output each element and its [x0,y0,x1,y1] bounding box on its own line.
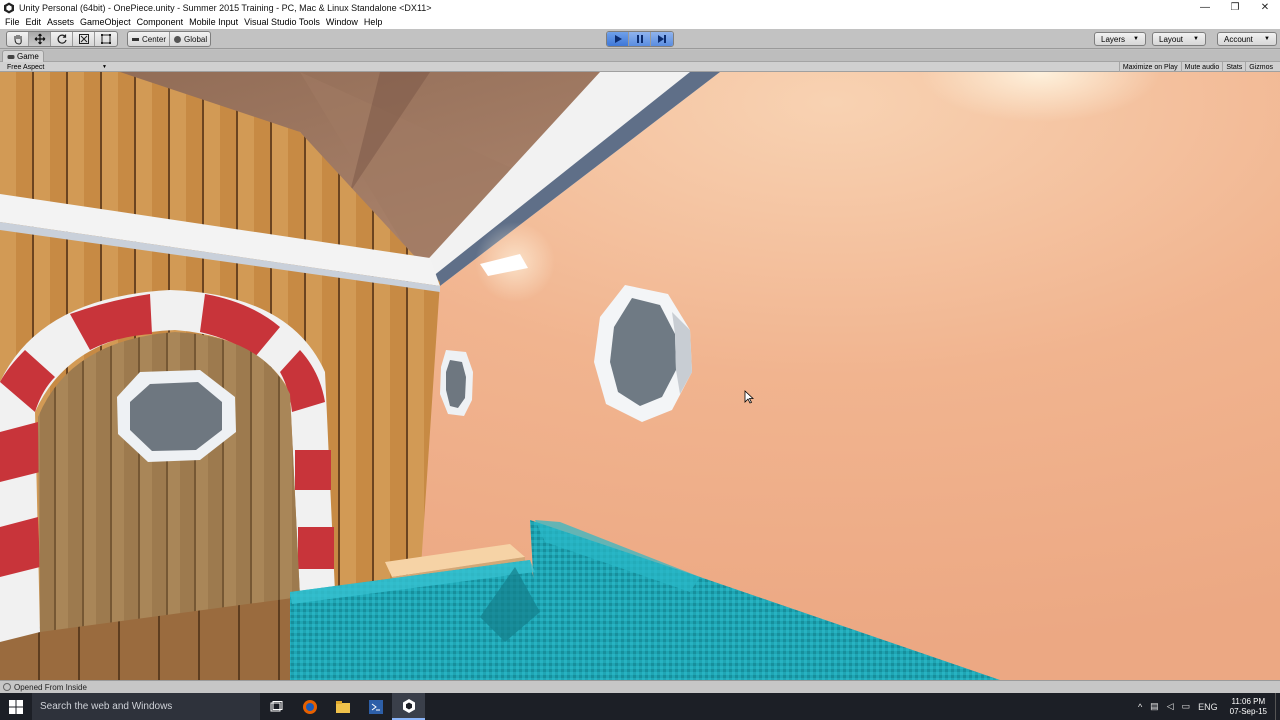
tab-game-label: Game [17,52,39,61]
transform-tools [6,31,118,47]
play-icon [614,35,622,43]
scale-tool-button[interactable] [73,32,95,46]
chevron-down-icon: ▼ [1193,36,1199,42]
aspect-dropdown[interactable]: Free Aspect ▼ [4,62,110,72]
visual-studio-icon [368,699,383,714]
unity-icon [402,698,415,713]
space-global-toggle[interactable]: Global [170,32,210,46]
pivot-toggles: Center Global [127,31,212,47]
step-button[interactable] [651,32,673,46]
menu-mobile-input[interactable]: Mobile Input [186,17,241,27]
windows-taskbar: Search the web and Windows ^ ▤ ◁ ▭ ENG 1 [0,693,1280,720]
rotate-tool-button[interactable] [51,32,73,46]
pause-icon [636,35,643,43]
space-label: Global [184,34,208,44]
network-icon[interactable]: ▤ [1146,701,1163,712]
chevron-down-icon: ▼ [1264,36,1270,42]
pivot-icon [132,37,139,41]
menu-window[interactable]: Window [323,17,361,27]
mute-audio-toggle[interactable]: Mute audio [1180,62,1223,72]
mouse-cursor-icon [744,390,754,404]
maximize-button[interactable]: ❐ [1220,0,1250,15]
stats-toggle[interactable]: Stats [1222,62,1245,72]
status-bar: Opened From Inside [0,680,1280,693]
playback-controls [606,31,674,47]
globe-icon [174,35,182,43]
taskbar-clock[interactable]: 11:06 PM 07-Sep-15 [1222,697,1275,717]
menu-component[interactable]: Component [134,17,187,27]
info-icon [3,683,11,691]
clock-time: 11:06 PM [1231,696,1266,706]
title-bar: Unity Personal (64bit) - OnePiece.unity … [0,0,1280,15]
aspect-label: Free Aspect [7,63,45,71]
taskbar-unity[interactable] [392,693,425,720]
chevron-up-icon[interactable]: ^ [1134,702,1146,712]
layers-label: Layers [1101,34,1126,44]
layers-dropdown[interactable]: Layers ▼ [1094,32,1146,46]
rect-transform-icon [101,34,111,44]
unity-logo-icon [4,2,14,13]
scale-icon [78,34,89,44]
move-arrows-icon [34,33,45,45]
pivot-label: Center [142,34,167,44]
tab-game[interactable]: Game [2,50,44,62]
taskbar-file-explorer[interactable] [326,693,359,720]
account-dropdown[interactable]: Account ▼ [1217,32,1277,46]
firefox-icon [302,699,317,714]
main-toolbar: Center Global Layers ▼ Layout ▼ Account … [0,29,1280,49]
search-placeholder: Search the web and Windows [40,701,173,712]
pivot-center-toggle[interactable]: Center [128,32,171,46]
minimize-button[interactable]: — [1190,0,1220,15]
notifications-icon[interactable]: ▭ [1178,701,1195,712]
game-view-options: Maximize on Play Mute audio Stats Gizmos [1118,62,1276,72]
gizmos-dropdown[interactable]: Gizmos [1245,62,1276,72]
chevron-down-icon: ▼ [102,64,107,70]
start-button[interactable] [0,693,32,720]
close-button[interactable]: ✕ [1250,0,1280,15]
menu-help[interactable]: Help [361,17,386,27]
menu-bar: File Edit Assets GameObject Component Mo… [0,15,1280,29]
account-label: Account [1224,34,1253,44]
system-tray: ^ ▤ ◁ ▭ ENG 11:06 PM 07-Sep-15 [1134,693,1280,720]
chevron-down-icon: ▼ [1133,36,1139,42]
hand-tool-button[interactable] [7,32,29,46]
windows-logo-icon [9,699,23,714]
menu-file[interactable]: File [2,17,23,27]
window-title: Unity Personal (64bit) - OnePiece.unity … [19,2,432,13]
taskbar-search-box[interactable]: Search the web and Windows [32,693,260,720]
task-view-icon [270,700,282,711]
scene-render [0,72,1280,680]
status-message: Opened From Inside [14,682,87,692]
rotate-icon [57,34,67,44]
task-view-button[interactable] [260,693,293,720]
folder-icon [335,700,350,713]
menu-edit[interactable]: Edit [23,17,45,27]
volume-icon[interactable]: ◁ [1163,701,1178,712]
move-tool-button[interactable] [29,32,51,46]
menu-assets[interactable]: Assets [44,17,77,27]
taskbar-firefox[interactable] [293,693,326,720]
maximize-on-play-toggle[interactable]: Maximize on Play [1118,62,1181,72]
taskbar-visual-studio[interactable] [359,693,392,720]
pause-button[interactable] [629,32,651,46]
layout-dropdown[interactable]: Layout ▼ [1152,32,1206,46]
layout-label: Layout [1159,34,1184,44]
step-forward-icon [658,35,666,43]
clock-date: 07-Sep-15 [1229,706,1267,716]
game-view-toolbar: Free Aspect ▼ Maximize on Play Mute audi… [0,62,1280,72]
language-indicator[interactable]: ENG [1194,702,1222,712]
menu-gameobject[interactable]: GameObject [77,17,134,27]
game-tab-strip: Game [0,50,1280,62]
show-desktop-button[interactable] [1275,693,1280,720]
play-button[interactable] [607,32,629,46]
menu-visual-studio-tools[interactable]: Visual Studio Tools [241,17,323,27]
hand-icon [14,35,22,45]
game-controller-icon [7,54,15,59]
rect-tool-button[interactable] [95,32,117,46]
game-viewport[interactable] [0,72,1280,680]
